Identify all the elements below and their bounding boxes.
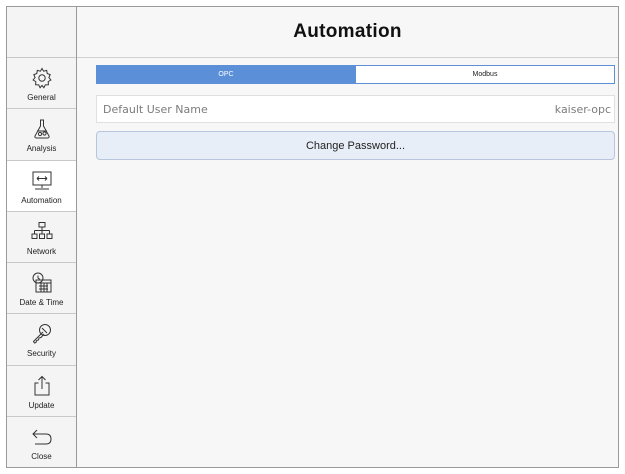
sidebar-item-label: Network bbox=[26, 246, 57, 256]
default-user-name-label: Default User Name bbox=[103, 102, 208, 116]
calendar-clock-icon bbox=[32, 272, 51, 293]
flask-icon bbox=[33, 119, 50, 139]
sidebar-item-label: Close bbox=[31, 451, 52, 461]
sidebar-header bbox=[7, 7, 76, 58]
back-arrow-icon bbox=[31, 429, 52, 445]
sidebar-item-security[interactable]: Security bbox=[7, 314, 76, 366]
default-user-name-row[interactable]: Default User Name kaiser-opc bbox=[96, 95, 615, 123]
upload-icon bbox=[34, 375, 49, 396]
network-icon bbox=[31, 221, 52, 239]
sidebar-item-label: Automation bbox=[21, 195, 62, 205]
sidebar-item-label: Security bbox=[27, 349, 56, 359]
window-frame: General Analysis Automation Network Date… bbox=[6, 6, 619, 468]
sidebar-item-automation[interactable]: Automation bbox=[7, 160, 76, 212]
tab-modbus[interactable]: Modbus bbox=[355, 66, 614, 83]
sidebar-item-label: Analysis bbox=[26, 144, 57, 154]
sidebar-item-label: Date & Time bbox=[19, 298, 64, 308]
tab-opc[interactable]: OPC bbox=[97, 66, 355, 83]
sidebar-item-network[interactable]: Network bbox=[7, 212, 76, 263]
default-user-name-value: kaiser-opc bbox=[554, 102, 611, 116]
sidebar-item-analysis[interactable]: Analysis bbox=[7, 109, 76, 161]
sidebar-item-close[interactable]: Close bbox=[7, 417, 76, 467]
sidebar-item-label: General bbox=[27, 93, 56, 103]
sidebar-item-general[interactable]: General bbox=[7, 58, 76, 110]
sidebar-item-update[interactable]: Update bbox=[7, 366, 76, 417]
gear-icon bbox=[31, 67, 52, 89]
main-panel: Automation OPC Modbus Default User Name … bbox=[77, 7, 618, 467]
protocol-tabs: OPC Modbus bbox=[96, 65, 615, 84]
sidebar-item-label: Update bbox=[28, 400, 55, 410]
key-icon bbox=[32, 324, 51, 344]
sidebar: General Analysis Automation Network Date… bbox=[7, 7, 77, 467]
page-title: Automation bbox=[293, 21, 402, 42]
title-divider bbox=[77, 57, 618, 58]
sidebar-item-date-time[interactable]: Date & Time bbox=[7, 263, 76, 315]
change-password-button[interactable]: Change Password... bbox=[96, 131, 615, 160]
monitor-arrows-icon bbox=[32, 171, 51, 190]
